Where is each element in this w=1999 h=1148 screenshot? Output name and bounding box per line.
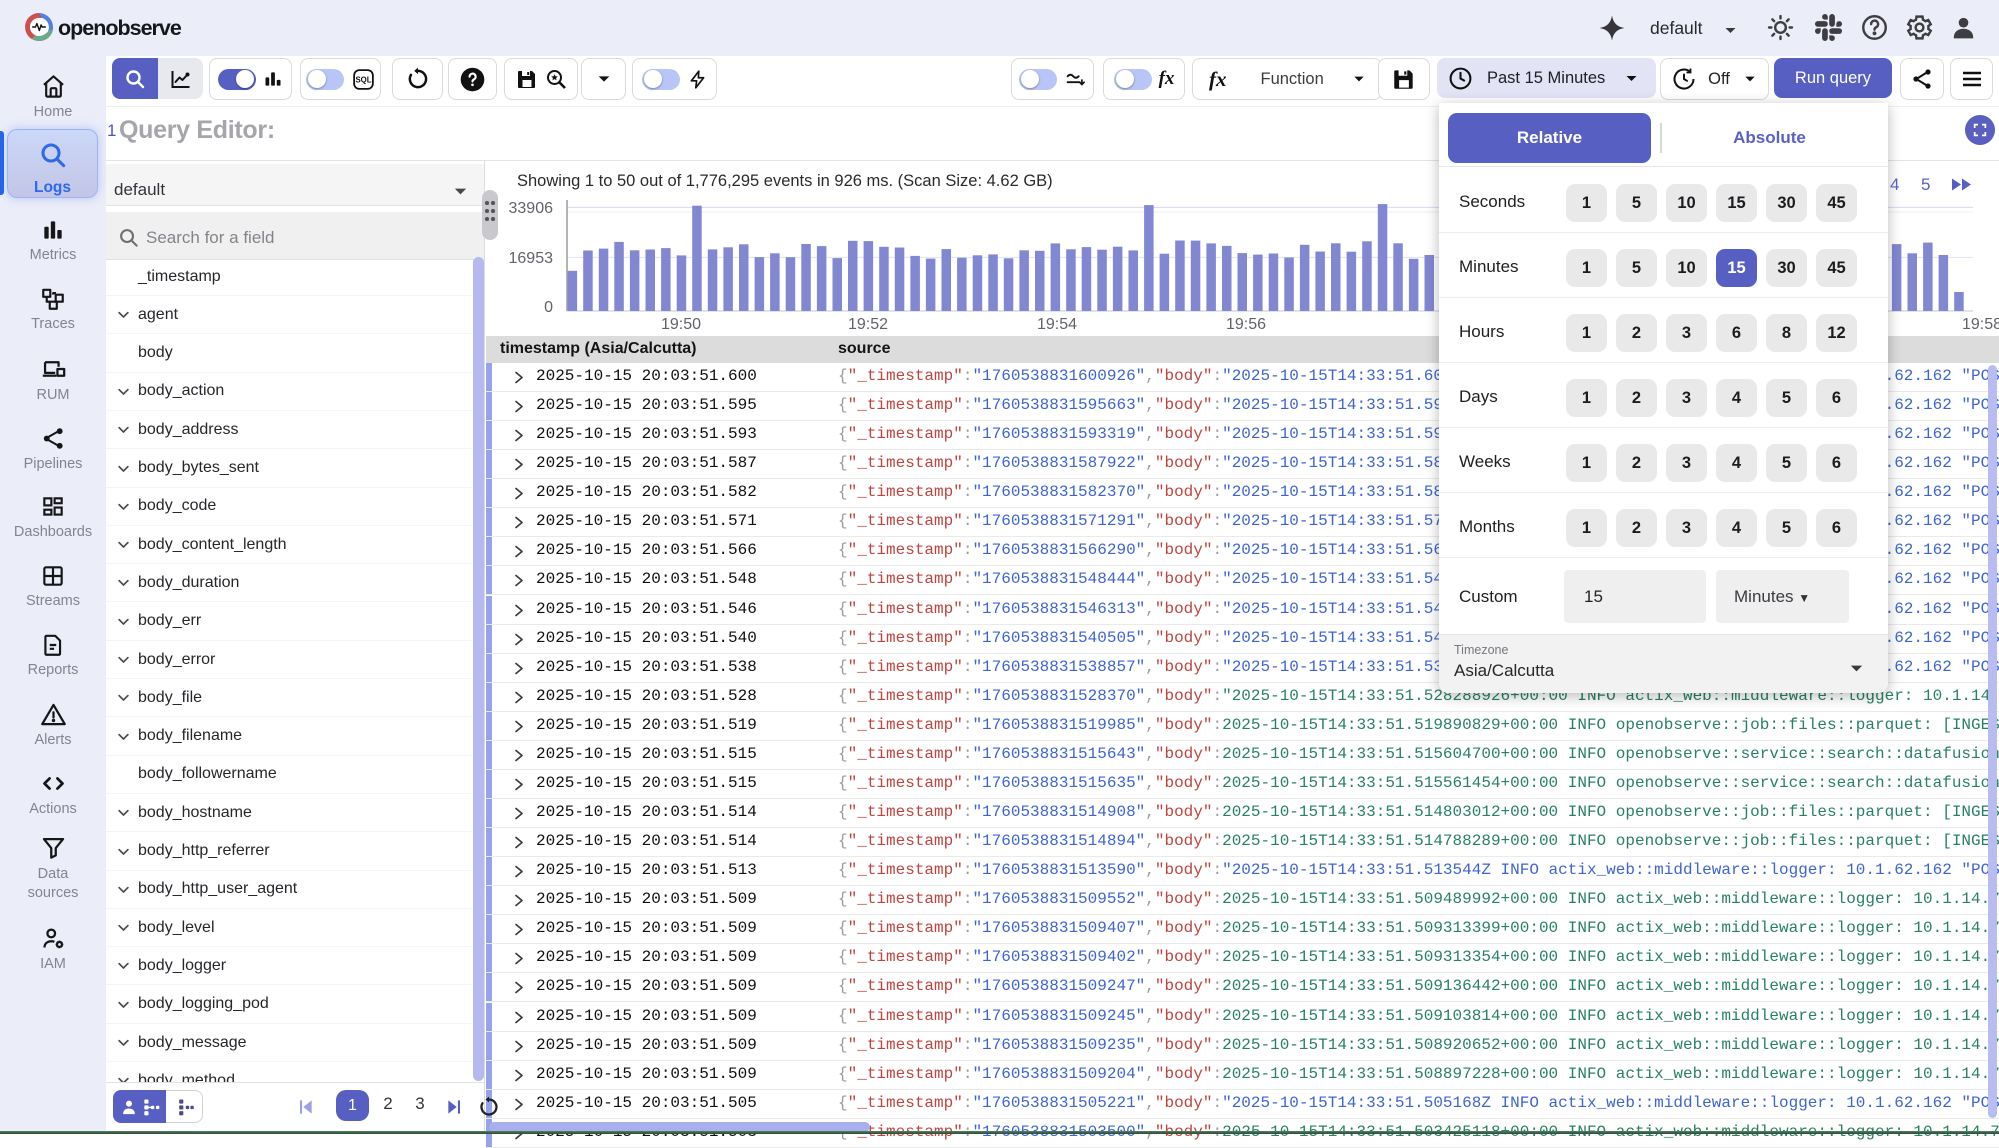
svg-text:33906: 33906 — [509, 200, 554, 217]
svg-text:19:58: 19:58 — [1962, 316, 1999, 333]
svg-text:SQL: SQL — [355, 75, 371, 84]
svg-text:16953: 16953 — [509, 250, 554, 267]
svg-text:19:52: 19:52 — [848, 316, 888, 333]
svg-text:19:56: 19:56 — [1226, 316, 1266, 333]
svg-text:19:54: 19:54 — [1037, 316, 1077, 333]
svg-text:19:50: 19:50 — [661, 316, 701, 333]
svg-text:0: 0 — [544, 299, 553, 316]
